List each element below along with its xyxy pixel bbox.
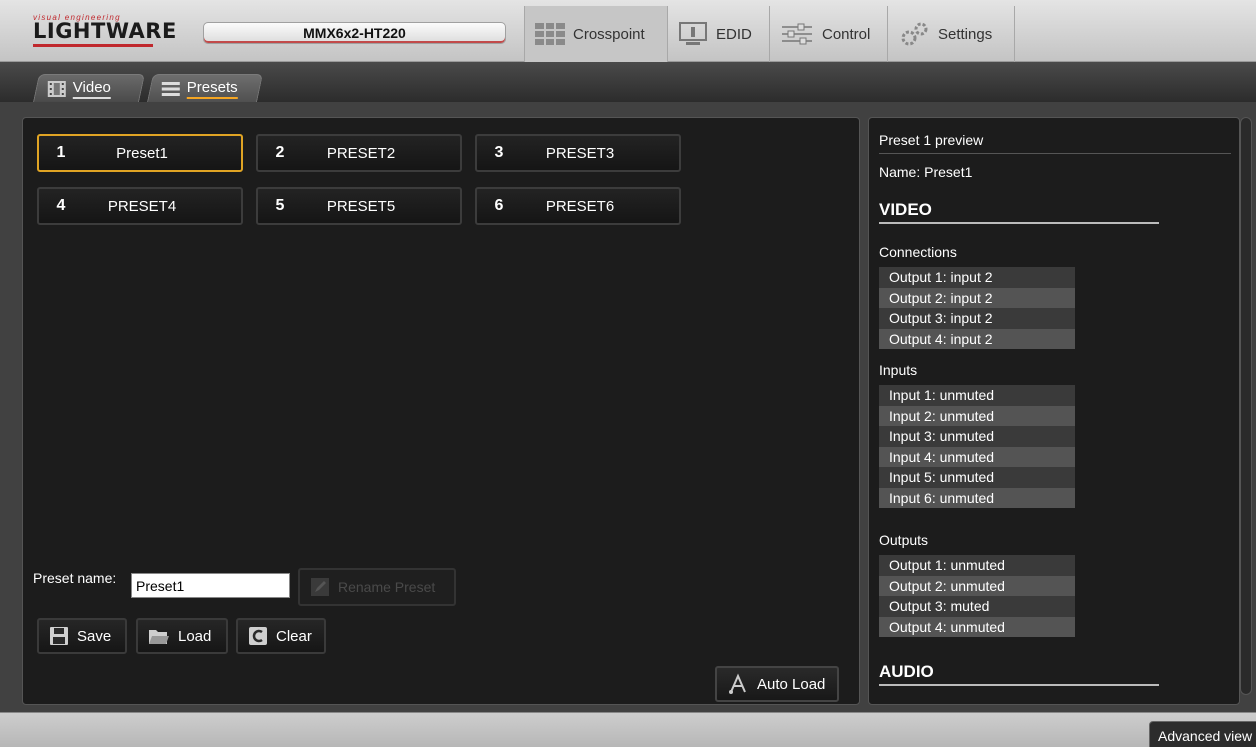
bottom-bar: Advanced view [0,712,1256,747]
outputs-list: Output 1: unmuted Output 2: unmuted Outp… [879,555,1075,637]
tab-settings-label: Settings [938,25,993,43]
content-area: 1 Preset1 2 PRESET2 3 PRESET3 4 PRESET4 … [0,102,1256,712]
list-item: Output 2: input 2 [879,287,1075,308]
preset-name-label: Preset name: [33,570,117,586]
preset-button-4[interactable]: 4 PRESET4 [37,187,243,225]
film-icon [47,80,66,97]
list-item: Input 5: unmuted [879,467,1075,488]
tab-crosspoint[interactable]: Crosspoint [524,6,667,62]
preset-name: PRESET5 [326,197,396,215]
load-button[interactable]: Load [136,618,228,654]
list-item: Output 3: muted [879,596,1075,617]
tab-presets-label: Presets [186,78,238,99]
clear-button[interactable]: Clear [236,618,326,654]
outputs-label: Outputs [879,532,929,548]
sub-tab-strip: Video Presets [0,62,1256,102]
gears-icon [901,22,928,46]
tab-control-label: Control [822,25,871,43]
tab-video[interactable]: Video [33,74,145,102]
list-item: Input 4: unmuted [879,446,1075,467]
preset-number: 2 [275,144,285,161]
auto-load-label: Auto Load [757,675,826,693]
inputs-label: Inputs [879,362,918,378]
list-item: Output 2: unmuted [879,575,1075,596]
preset-button-5[interactable]: 5 PRESET5 [256,187,462,225]
tab-control[interactable]: Control [769,6,887,62]
connections-label: Connections [879,244,957,260]
tab-edid-label: EDID [716,25,752,43]
list-item: Output 4: unmuted [879,616,1075,637]
preset-preview-panel: Preset 1 preview Name: Preset1 VIDEO Con… [868,117,1240,705]
tab-presets[interactable]: Presets [147,74,263,102]
preview-title: Preset 1 preview [879,132,984,148]
list-item: Input 6: unmuted [879,487,1075,508]
preset-number: 4 [56,197,66,214]
monitor-icon [679,22,707,45]
preset-name: PRESET2 [326,144,396,162]
auto-load-button[interactable]: Auto Load [715,666,839,702]
logo-wordmark: LIGHTWARE [33,19,177,43]
folder-open-icon [149,630,169,644]
connections-list: Output 1: input 2 Output 2: input 2 Outp… [879,267,1075,349]
grid-icon [535,23,565,45]
tab-edid[interactable]: EDID [667,6,769,62]
preview-divider [879,153,1231,154]
rename-preset-label: Rename Preset [338,579,436,595]
list-item: Output 3: input 2 [879,308,1075,329]
list-item: Output 4: input 2 [879,328,1075,349]
preset-name: PRESET6 [545,197,615,215]
save-label: Save [77,627,112,645]
rename-preset-button[interactable]: Rename Preset [298,568,456,606]
video-heading: VIDEO [879,200,932,219]
inputs-list: Input 1: unmuted Input 2: unmuted Input … [879,385,1075,508]
preset-button-1[interactable]: 1 Preset1 [37,134,243,172]
lightware-logo: visual engineering LIGHTWARE [33,13,183,49]
advanced-view-button[interactable]: Advanced view [1149,721,1256,747]
preset-button-6[interactable]: 6 PRESET6 [475,187,681,225]
sliders-icon [782,23,812,45]
logo-underline [33,44,153,47]
preset-number: 1 [56,144,66,161]
device-name-label: MMX6x2-HT220 [203,22,506,44]
preset-button-3[interactable]: 3 PRESET3 [475,134,681,172]
video-heading-rule [879,222,1159,224]
floppy-icon [50,627,68,645]
tab-settings[interactable]: Settings [887,6,1015,62]
preset-number: 5 [275,197,285,214]
tab-crosspoint-label: Crosspoint [573,25,645,43]
list-item: Output 1: input 2 [879,267,1075,288]
preset-number: 3 [494,144,504,161]
list-item: Input 2: unmuted [879,405,1075,426]
preset-name: PRESET3 [545,144,615,162]
list-item: Output 1: unmuted [879,555,1075,576]
list-icon [161,81,180,96]
tab-video-label: Video [72,78,111,99]
list-item: Input 1: unmuted [879,385,1075,406]
pencil-icon [311,578,329,596]
clear-icon [249,627,267,645]
auto-load-icon [729,673,746,694]
list-item: Input 3: unmuted [879,426,1075,447]
load-label: Load [178,627,212,645]
top-bar: visual engineering LIGHTWARE MMX6x2-HT22… [0,0,1256,62]
preset-number: 6 [494,197,504,214]
audio-heading-rule [879,684,1159,686]
audio-heading: AUDIO [879,662,934,681]
save-button[interactable]: Save [37,618,127,654]
preset-name: PRESET4 [107,197,177,215]
preview-scrollbar[interactable] [1240,117,1252,695]
presets-panel: 1 Preset1 2 PRESET2 3 PRESET3 4 PRESET4 … [22,117,860,705]
preset-button-2[interactable]: 2 PRESET2 [256,134,462,172]
clear-label: Clear [276,627,312,645]
preset-name: Preset1 [116,144,168,162]
preview-name: Name: Preset1 [879,164,973,180]
preset-name-input[interactable] [131,573,290,598]
